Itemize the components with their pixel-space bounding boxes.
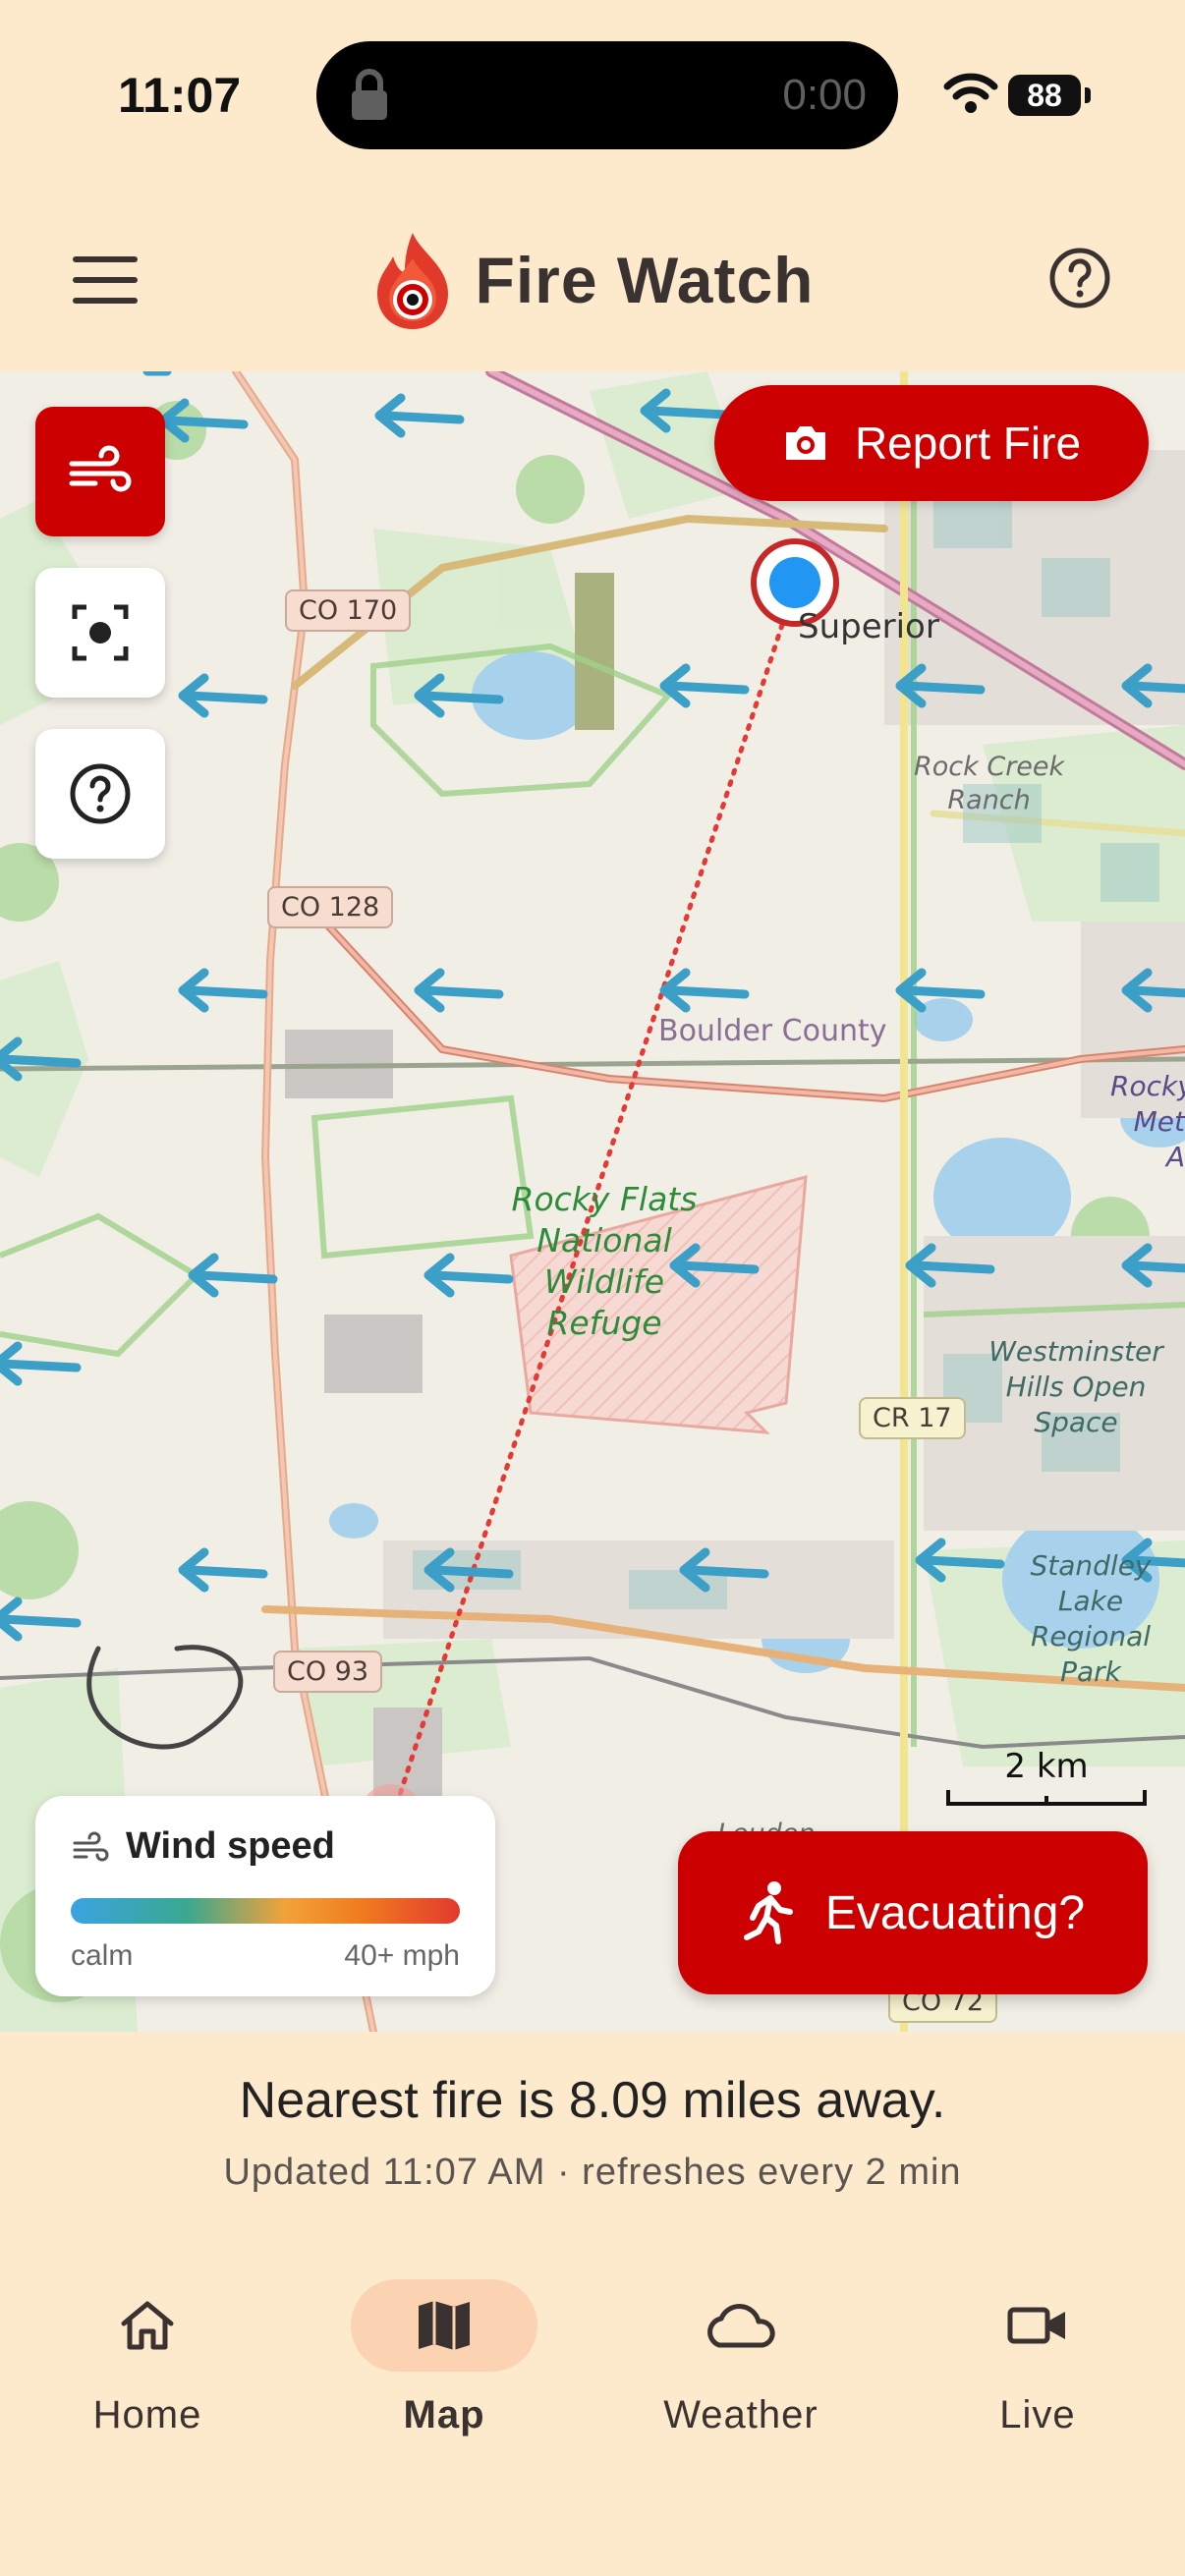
wind-arrow (178, 1547, 268, 1593)
recenter-button[interactable] (35, 568, 165, 698)
wind-icon (71, 1831, 110, 1870)
wind-speed-legend: Wind speed calm 40+ mph (35, 1796, 495, 1996)
road-shield-co93: CO 93 (273, 1651, 383, 1693)
help-circle-icon (70, 763, 131, 824)
status-bar: 11:07 0:00 88 (0, 0, 1185, 187)
app-title: Fire Watch (475, 244, 815, 316)
battery-indicator: 88 (1008, 75, 1091, 116)
wind-arrow (423, 1253, 514, 1298)
wind-arrow (374, 393, 465, 438)
home-icon (121, 2301, 174, 2350)
county-line (0, 1056, 1185, 1072)
wind-arrow (0, 1341, 82, 1386)
nav-item-weather[interactable]: Weather (593, 2279, 888, 2446)
nav-label: Live (999, 2393, 1076, 2436)
island-timer: 0:00 (782, 71, 867, 119)
nav-item-home[interactable]: Home (0, 2279, 295, 2446)
help-button[interactable] (1034, 232, 1126, 324)
nav-icon-container (54, 2279, 241, 2372)
wind-legend-max: 40+ mph (344, 1939, 460, 1972)
county-label: Boulder County (658, 1014, 887, 1048)
updated-text: Updated 11:07 AM · refreshes every 2 min (223, 2152, 962, 2193)
nav-label: Home (92, 2393, 202, 2436)
nav-label: Map (403, 2393, 485, 2436)
road-shield-co128: CO 128 (267, 886, 394, 928)
status-time: 11:07 (118, 68, 242, 123)
town-label-superior: Superior (798, 607, 939, 646)
nav-icon-container (648, 2279, 834, 2372)
report-fire-button[interactable]: Report Fire (714, 385, 1149, 501)
park-label-standley: Standley Lake Regional Park (1030, 1549, 1152, 1688)
map-icon (419, 2301, 470, 2350)
focus-target-icon (72, 604, 129, 661)
wind-legend-title: Wind speed (126, 1825, 335, 1867)
place-label-rock-creek: Rock Creek Ranch (914, 752, 1065, 815)
map-scale-bar: 2 km (945, 1747, 1148, 1810)
nearest-fire-text: Nearest fire is 8.09 miles away. (239, 2072, 946, 2129)
cloud-icon (707, 2304, 775, 2348)
nav-item-map[interactable]: Map (297, 2279, 592, 2446)
park-label-westminster: Westminster Hills Open Space (988, 1335, 1163, 1438)
wind-arrow (188, 1253, 278, 1298)
wind-arrow (178, 968, 268, 1013)
wind-speed-gradient (71, 1898, 460, 1924)
video-camera-icon (1007, 2307, 1065, 2344)
running-person-icon (743, 1881, 793, 1944)
wind-legend-min: calm (71, 1939, 134, 1972)
wind-arrow (659, 968, 750, 1013)
park-label-rocky-partial: Rocky Met A (1110, 1070, 1185, 1173)
report-fire-label: Report Fire (854, 418, 1082, 469)
wind-icon (69, 445, 132, 492)
wind-arrow (0, 1596, 82, 1642)
help-circle-icon (1049, 248, 1110, 308)
map-view[interactable]: CO 170 CO 128 CO 93 CR 17 CO 72 Superior… (0, 371, 1185, 2032)
wind-arrow (414, 968, 504, 1013)
evacuating-label: Evacuating? (824, 1886, 1086, 1939)
camera-icon (785, 426, 825, 460)
evacuating-button[interactable]: Evacuating? (678, 1831, 1148, 1994)
header-title-group: Fire Watch (0, 226, 1185, 334)
wind-arrow (178, 673, 268, 718)
wind-arrow (659, 663, 750, 708)
wifi-icon (943, 71, 998, 119)
app-header: Fire Watch (0, 187, 1185, 371)
scale-ruler (946, 1790, 1147, 1806)
military-strip (575, 573, 614, 730)
map-help-button[interactable] (35, 729, 165, 859)
refuge-label: Rocky Flats National Wildlife Refuge (511, 1180, 698, 1342)
nav-label: Weather (663, 2393, 818, 2436)
nav-icon-container (351, 2279, 537, 2372)
bottom-navigation: Home Map Weather Live (0, 2260, 1185, 2456)
flame-logo-icon (376, 233, 448, 329)
wind-layer-toggle-button[interactable] (35, 407, 165, 536)
road-shield-co170: CO 170 (285, 589, 412, 632)
lock-icon (348, 69, 391, 127)
nav-icon-container (944, 2279, 1131, 2372)
dynamic-island: 0:00 (316, 41, 898, 149)
nav-item-live[interactable]: Live (890, 2279, 1185, 2446)
road-shield-cr17: CR 17 (859, 1397, 966, 1439)
